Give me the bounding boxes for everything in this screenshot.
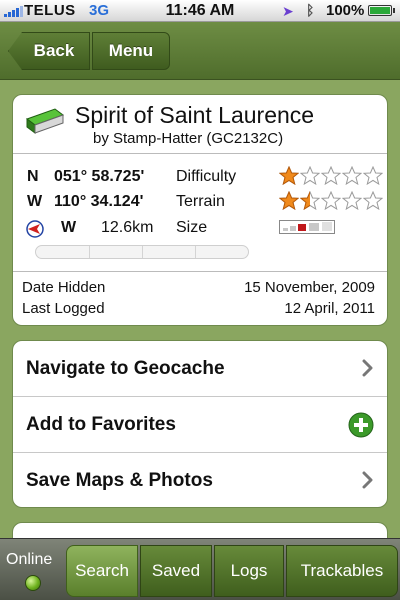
navigate-to-geocache-row[interactable]: Navigate to Geocache [13,341,387,397]
star-icon [342,191,362,210]
online-status-indicator-icon [25,575,41,591]
action-list: Navigate to Geocache Add to Favorites Sa… [12,340,388,508]
online-status-label: Online [6,551,53,568]
navigation-bar: Back Menu [0,22,400,80]
last-logged-label: Last Logged [22,300,105,317]
star-icon [279,191,299,210]
bearing-direction: W [61,219,77,236]
chevron-right-icon [361,359,373,383]
battery-icon [368,5,395,16]
tab-bar: Online Search Saved Logs Trackables [0,538,400,600]
tab-logs[interactable]: Logs [214,545,284,597]
compass-icon [25,219,45,244]
cache-size-icon [279,220,335,239]
battery-percent: 100% [326,2,365,19]
longitude-value: 110° 34.124' [54,193,144,210]
menu-button[interactable]: Menu [92,32,170,70]
status-bar: TELUS 3G 11:46 AM ➤ ᛒ 100% [0,0,400,22]
add-to-favorites-label: Add to Favorites [26,413,176,435]
terrain-label: Terrain [176,193,225,210]
terrain-stars [279,191,383,210]
distance-progress-track [35,245,249,259]
save-maps-photos-label: Save Maps & Photos [26,470,213,491]
date-hidden-label: Date Hidden [22,279,106,296]
divider [13,153,387,154]
cache-title: Spirit of Saint Laurence [75,102,315,128]
date-hidden-value: 15 November, 2009 [244,279,375,296]
bluetooth-icon: ᛒ [306,2,315,18]
tab-search[interactable]: Search [66,545,138,597]
last-logged-value: 12 April, 2011 [284,300,375,317]
navigate-to-geocache-label: Navigate to Geocache [26,357,225,379]
star-icon [321,191,341,210]
distance-value: 12.6km [101,219,154,236]
star-icon [363,166,383,185]
save-maps-photos-row[interactable]: Save Maps & Photos [13,453,387,507]
cache-container-icon [25,107,65,140]
location-arrow-icon: ➤ [282,3,294,19]
difficulty-stars [279,166,383,185]
longitude-direction: W [27,193,43,210]
latitude-value: 051° 58.725' [54,168,145,185]
divider [13,271,387,272]
tab-saved[interactable]: Saved [140,545,212,597]
star-icon [279,166,299,185]
chevron-right-icon [361,471,373,495]
back-button[interactable]: Back [8,32,90,70]
add-plus-icon[interactable] [348,412,374,444]
tab-trackables[interactable]: Trackables [286,545,398,597]
latitude-direction: N [27,168,39,185]
cache-details-card: Spirit of Saint Laurence by Stamp-Hatter… [12,94,388,326]
star-icon [321,166,341,185]
size-label: Size [176,219,208,236]
cache-owner-code: by Stamp-Hatter (GC2132C) [93,130,284,147]
difficulty-label: Difficulty [176,168,237,185]
add-to-favorites-row[interactable]: Add to Favorites [13,397,387,453]
star-icon [342,166,362,185]
star-icon [300,191,320,210]
star-icon [363,191,383,210]
star-icon [300,166,320,185]
